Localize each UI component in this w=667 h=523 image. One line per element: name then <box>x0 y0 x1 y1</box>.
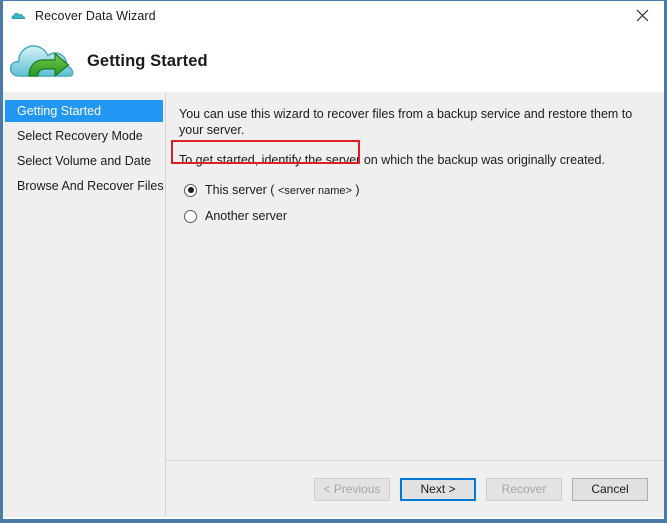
cancel-button[interactable]: Cancel <box>572 478 648 501</box>
radio-option-another-server[interactable]: Another server <box>179 206 650 226</box>
previous-button[interactable]: < Previous <box>314 478 390 501</box>
sidebar-item-label: Select Volume and Date <box>17 154 151 168</box>
server-name-placeholder: <server name> <box>278 185 352 197</box>
sidebar-item-label: Getting Started <box>17 104 101 118</box>
sidebar-item-select-recovery-mode[interactable]: Select Recovery Mode <box>3 125 165 147</box>
page-title: Getting Started <box>87 52 208 71</box>
cloud-icon <box>11 8 27 24</box>
sidebar-item-label: Browse And Recover Files <box>17 179 164 193</box>
recover-data-wizard-window: Recover Data Wizard <box>0 0 667 523</box>
radio-label-prefix: This server ( <box>205 183 274 197</box>
main-panel: You can use this wizard to recover files… <box>166 92 664 517</box>
sidebar-item-getting-started[interactable]: Getting Started <box>5 100 163 122</box>
title-bar: Recover Data Wizard <box>3 1 664 30</box>
window-body: Getting Started Select Recovery Mode Sel… <box>3 92 664 517</box>
window-title: Recover Data Wizard <box>35 9 156 23</box>
instruction-paragraph: To get started, identify the server on w… <box>179 152 650 168</box>
radio-label-suffix: ) <box>355 183 359 197</box>
radio-label-another-server: Another server <box>205 209 287 223</box>
close-icon <box>636 9 649 22</box>
sidebar-item-browse-and-recover-files[interactable]: Browse And Recover Files <box>3 175 165 197</box>
radio-button-another-server[interactable] <box>184 210 197 223</box>
content-area: You can use this wizard to recover files… <box>166 92 664 460</box>
radio-option-this-server[interactable]: This server ( <server name> ) <box>179 180 650 200</box>
radio-label-this-server: This server ( <server name> ) <box>205 183 360 197</box>
page-header: Getting Started <box>3 30 664 92</box>
cloud-recover-icon <box>9 38 75 84</box>
wizard-footer: < Previous Next > Recover Cancel <box>166 460 664 517</box>
close-button[interactable] <box>620 1 664 29</box>
radio-button-this-server[interactable] <box>184 184 197 197</box>
sidebar-item-select-volume-and-date[interactable]: Select Volume and Date <box>3 150 165 172</box>
next-button[interactable]: Next > <box>400 478 476 501</box>
recover-button[interactable]: Recover <box>486 478 562 501</box>
wizard-step-sidebar: Getting Started Select Recovery Mode Sel… <box>3 92 166 517</box>
sidebar-item-label: Select Recovery Mode <box>17 129 143 143</box>
intro-paragraph: You can use this wizard to recover files… <box>179 106 650 138</box>
